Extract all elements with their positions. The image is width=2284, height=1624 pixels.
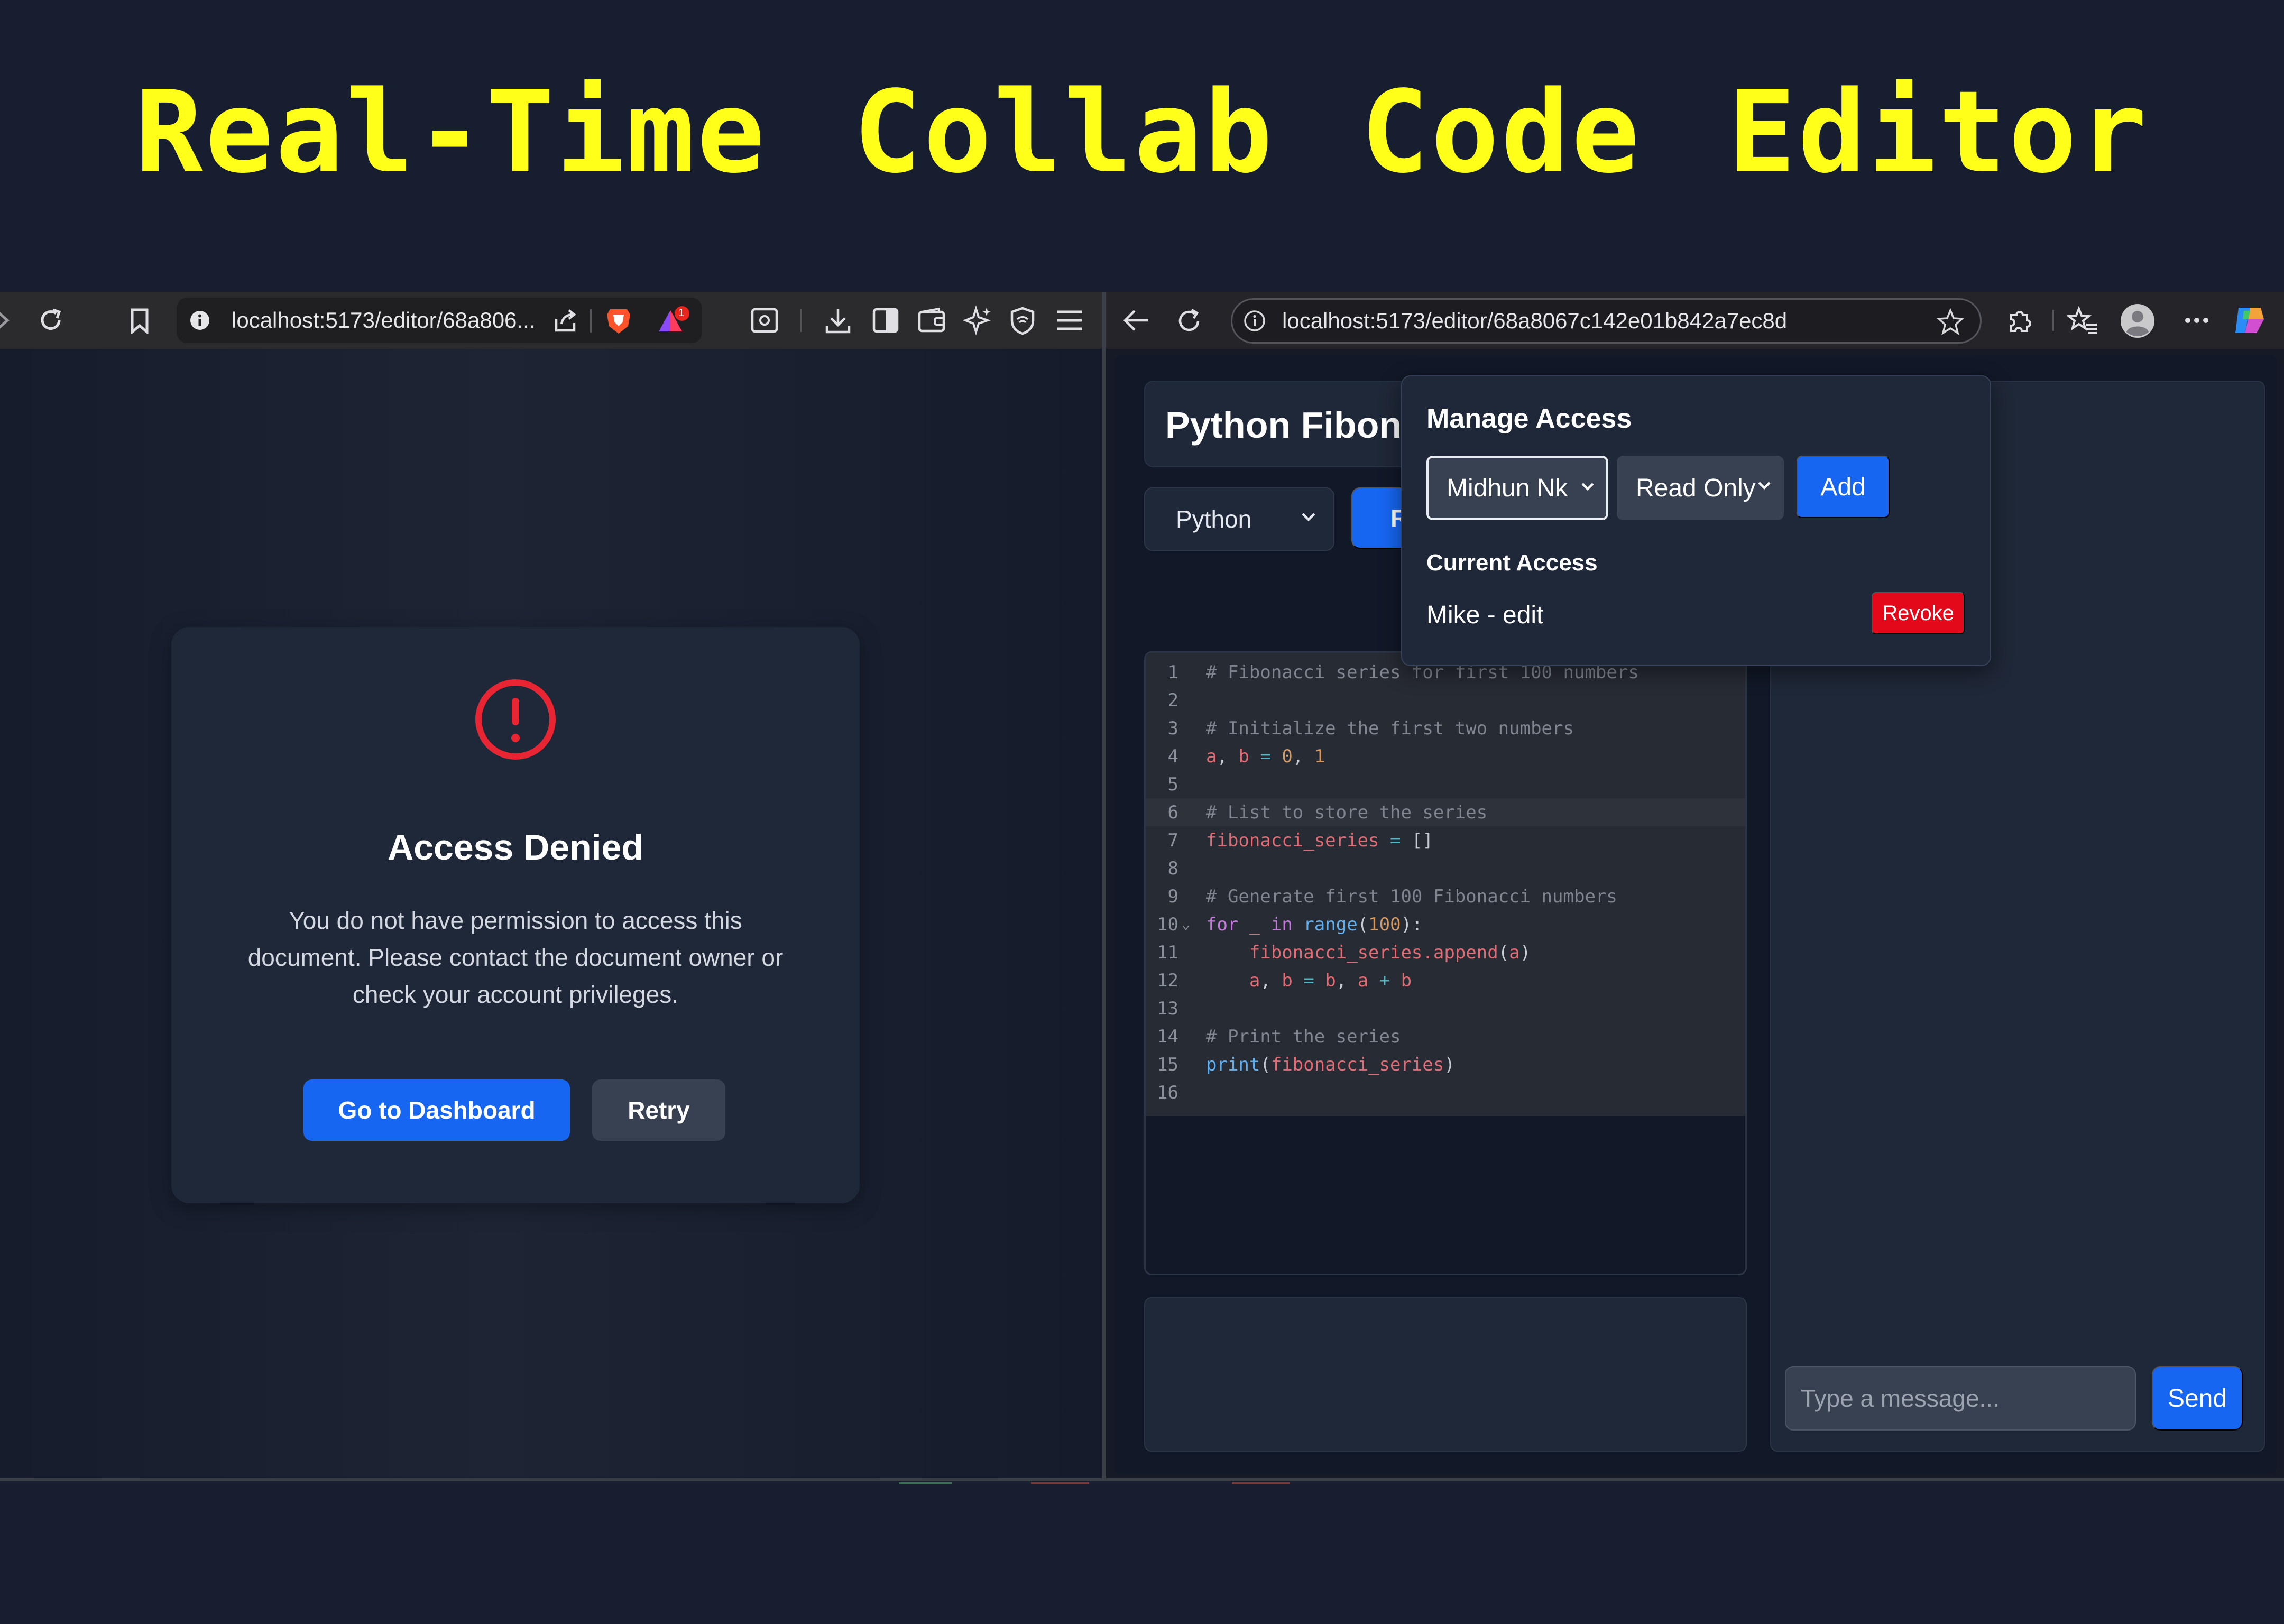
rewards-notification-badge: 1 (678, 307, 685, 319)
code-line[interactable]: 4 a, b = 0, 1 (1146, 742, 1745, 770)
favorite-star-icon[interactable] (1937, 308, 1964, 336)
brave-rewards-icon[interactable]: 1 (657, 305, 690, 337)
code-line[interactable]: 14 # Print the series (1146, 1022, 1745, 1050)
access-entry-label: Mike - edit (1426, 601, 1544, 629)
left-address-bar[interactable]: localhost:5173/editor/68a806... 1 (177, 298, 702, 343)
more-options-icon[interactable] (2185, 317, 2209, 324)
back-icon[interactable] (1121, 307, 1150, 334)
code-line[interactable]: 15 print(fibonacci_series) (1146, 1050, 1745, 1078)
left-page-viewport: Access Denied You do not have permission… (0, 349, 1102, 1480)
vpn-shield-icon[interactable] (1010, 307, 1035, 335)
refresh-icon[interactable] (1175, 307, 1203, 335)
output-panel (1144, 1297, 1747, 1452)
leo-ai-icon[interactable] (963, 306, 993, 335)
chat-message-input[interactable]: Type a message... (1785, 1366, 2136, 1431)
banner-title: Real-Time Collab Code Editor (135, 66, 2149, 198)
screenshot-stage: Real-Time Collab Code Editor localhost:5… (0, 0, 2284, 1624)
code-line[interactable]: 9 # Generate first 100 Fibonacci numbers (1146, 882, 1745, 910)
brave-shield-icon[interactable] (605, 306, 632, 336)
favorites-icon[interactable] (2067, 306, 2098, 335)
right-url-text: localhost:5173/editor/68a8067c142e01b842… (1282, 308, 1788, 333)
right-browser-toolbar: localhost:5173/editor/68a8067c142e01b842… (1106, 292, 2284, 349)
code-line[interactable]: 2 (1146, 686, 1745, 714)
code-line[interactable]: 3 # Initialize the first two numbers (1146, 714, 1745, 742)
user-select[interactable]: Midhun Nk (1426, 456, 1608, 520)
copilot-icon[interactable] (2232, 303, 2267, 337)
role-select[interactable]: Read Only (1617, 456, 1784, 520)
add-access-button[interactable]: Add (1797, 456, 1890, 518)
code-editor[interactable]: 1 # Fibonacci series for first 100 number… (1146, 653, 1745, 1116)
right-address-bar[interactable]: localhost:5173/editor/68a8067c142e01b842… (1231, 298, 1982, 344)
chevron-down-icon (1757, 481, 1771, 491)
user-select-value: Midhun Nk (1447, 474, 1568, 502)
language-select-value: Python (1176, 505, 1252, 533)
forward-icon[interactable] (0, 308, 10, 333)
code-line[interactable]: 16 (1146, 1078, 1745, 1106)
screen-bottom-border (0, 1478, 2284, 1481)
window-divider (1102, 292, 1106, 1480)
sidebar-toggle-icon[interactable] (872, 308, 899, 333)
manage-access-popover: Manage Access Midhun Nk Read Only Add Cu… (1401, 375, 1991, 666)
current-access-heading: Current Access (1426, 550, 1598, 576)
code-line[interactable]: 10 ⌄ for _ in range(100): (1146, 910, 1745, 938)
taskbar-indicator (1031, 1482, 1089, 1484)
send-button[interactable]: Send (2152, 1366, 2243, 1431)
manage-access-title: Manage Access (1426, 403, 1632, 434)
retry-button[interactable]: Retry (592, 1079, 725, 1141)
document-title: Python Fibonacci (1165, 404, 1419, 446)
toolbar-separator (2052, 310, 2054, 331)
download-icon[interactable] (825, 307, 851, 334)
screenshot-icon[interactable] (751, 308, 778, 333)
bookmark-icon[interactable] (129, 308, 150, 334)
taskbar-indicator (1232, 1482, 1290, 1484)
code-editor-panel[interactable]: 1 # Fibonacci series for first 100 number… (1144, 651, 1747, 1275)
chevron-down-icon (1301, 512, 1316, 522)
profile-avatar-icon[interactable] (2120, 303, 2155, 338)
go-to-dashboard-button[interactable]: Go to Dashboard (303, 1079, 570, 1141)
menu-icon[interactable] (1056, 309, 1083, 332)
code-line[interactable]: 5 (1146, 770, 1745, 798)
access-denied-message: You do not have permission to access thi… (247, 907, 784, 1008)
access-denied-title: Access Denied (388, 827, 643, 868)
error-alert-icon (474, 678, 557, 763)
wallet-icon[interactable] (918, 308, 946, 333)
code-line[interactable]: 12 a, b = b, a + b (1146, 966, 1745, 994)
toolbar-separator (800, 309, 802, 332)
url-separator (590, 309, 592, 333)
taskbar-indicator (899, 1482, 952, 1484)
reload-icon[interactable] (37, 307, 65, 334)
site-info-icon[interactable] (1243, 309, 1266, 333)
code-line[interactable]: 11 fibonacci_series.append(a) (1146, 938, 1745, 966)
extensions-icon[interactable] (2006, 306, 2036, 335)
code-line[interactable]: 8 (1146, 854, 1745, 882)
fold-chevron-icon: ⌄ (1182, 916, 1190, 933)
share-icon[interactable] (552, 307, 578, 334)
code-line-active[interactable]: 6 # List to store the series (1146, 798, 1745, 826)
chevron-down-icon (1581, 482, 1595, 492)
access-denied-card: Access Denied You do not have permission… (171, 627, 860, 1203)
code-line[interactable]: 13 (1146, 994, 1745, 1022)
left-url-text: localhost:5173/editor/68a806... (232, 308, 536, 333)
site-info-icon[interactable] (189, 310, 210, 331)
revoke-button[interactable]: Revoke (1872, 592, 1965, 634)
code-line[interactable]: 7 fibonacci_series = [] (1146, 826, 1745, 854)
left-browser-toolbar: localhost:5173/editor/68a806... 1 (0, 292, 1102, 349)
role-select-value: Read Only (1636, 474, 1756, 502)
language-select[interactable]: Python (1144, 487, 1334, 551)
